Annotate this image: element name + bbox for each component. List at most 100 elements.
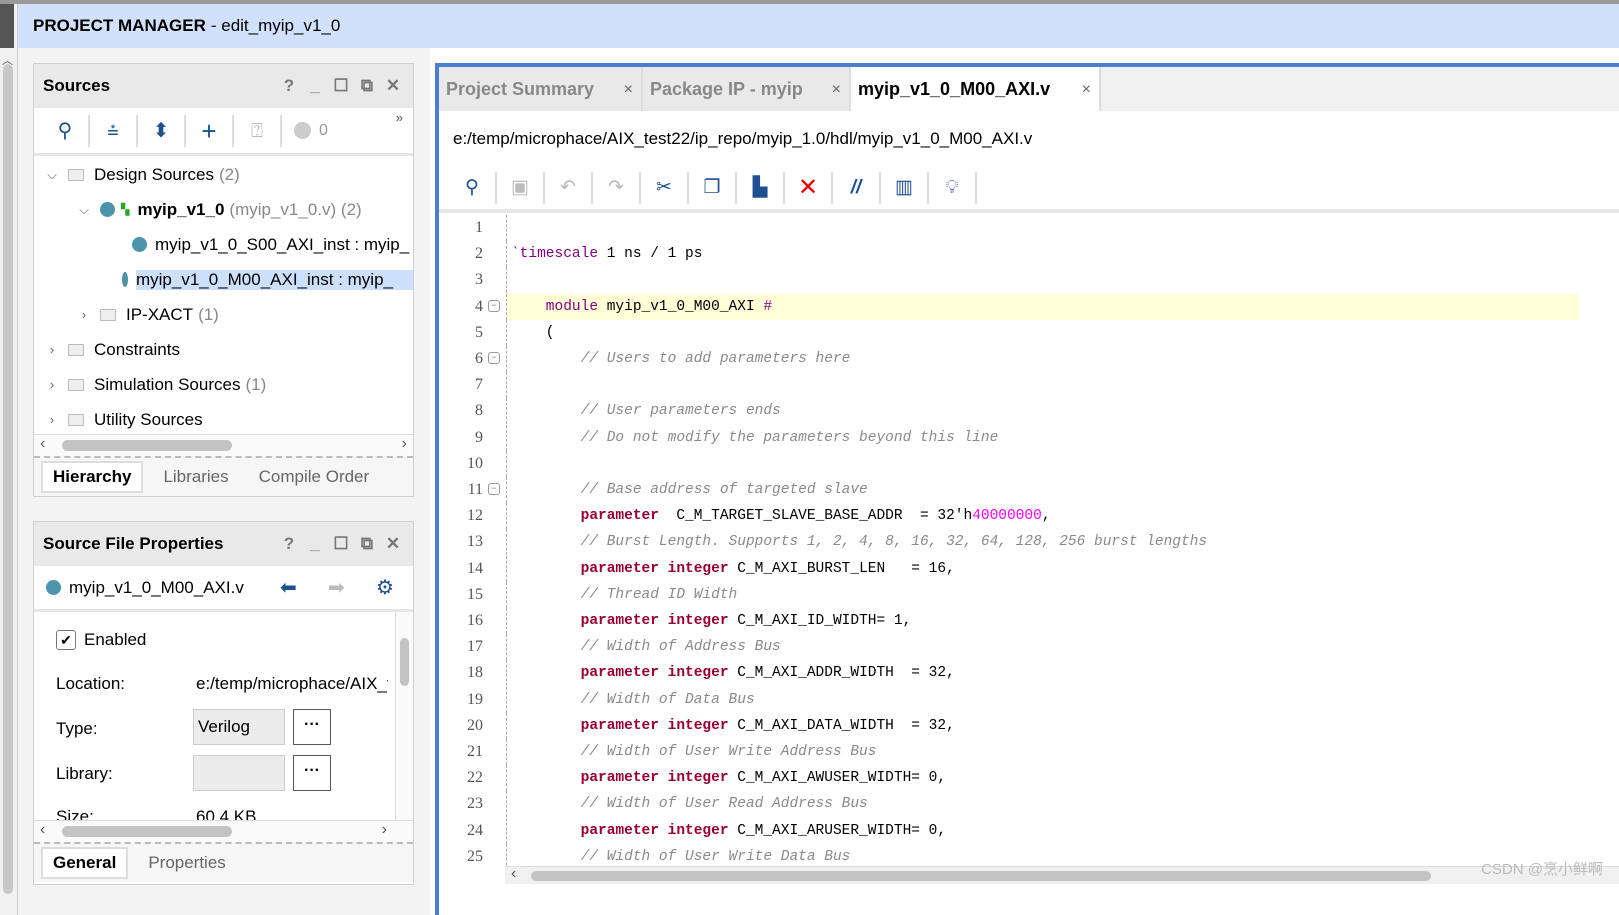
code-line[interactable]: 5 ( (439, 319, 1579, 346)
maximize-icon[interactable]: ☐ (333, 534, 349, 554)
fold-icon[interactable]: − (488, 352, 500, 364)
code-line[interactable]: 6− // Users to add parameters here (439, 346, 1579, 372)
float-icon[interactable]: ⧉ (359, 534, 375, 554)
code-line[interactable]: 23 // Width of User Read Address Bus (439, 791, 1579, 818)
tree-item[interactable]: myip_v1_0_M00_AXI_inst : myip_ (34, 262, 413, 297)
float-icon[interactable]: ⧉ (359, 76, 375, 96)
code-token: C_M_TARGET_SLAVE_BASE_ADDR = 32'h (658, 508, 973, 525)
code-line[interactable]: 4− module myip_v1_0_M00_AXI # (439, 293, 1579, 320)
tree-item[interactable]: ⌵ Design Sources (2) (34, 157, 413, 192)
code-line[interactable]: 8 // User parameters ends (439, 398, 1579, 425)
expand-all-icon[interactable]: ⬍ (138, 114, 186, 147)
tree-item[interactable]: › Simulation Sources (1) (34, 367, 413, 402)
left-scrollbar[interactable]: ︿ (0, 4, 18, 915)
paste-icon[interactable]: ▙ (737, 172, 785, 204)
tree-item[interactable]: › Constraints (34, 332, 413, 367)
tree-item[interactable]: › IP-XACT (1) (34, 297, 413, 332)
tab-compile-order[interactable]: Compile Order (249, 463, 380, 491)
code-line[interactable]: 11− // Base address of targeted slave (439, 477, 1579, 503)
code-token: parameter integer (511, 770, 729, 787)
code-line[interactable]: 1 (439, 215, 1579, 241)
code-line[interactable]: 7 (439, 372, 1579, 399)
delete-icon[interactable]: ✕ (785, 172, 833, 204)
properties-hscroll[interactable]: ‹ › (34, 820, 413, 842)
collapse-all-icon[interactable]: ⩮ (90, 114, 138, 147)
editor-hscroll[interactable]: ‹ (505, 865, 1619, 884)
minimize-icon[interactable]: _ (307, 76, 323, 96)
close-tab-icon[interactable]: × (832, 81, 841, 99)
code-line[interactable]: 14 parameter integer C_M_AXI_BURST_LEN =… (439, 555, 1579, 582)
properties-file-name: myip_v1_0_M00_AXI.v (69, 577, 244, 597)
lightbulb-icon[interactable]: 💡︎ (929, 172, 977, 204)
forward-arrow-icon[interactable]: ➡ (328, 575, 345, 600)
tree-item[interactable]: ⌵ ▚ myip_v1_0 (myip_v1_0.v) (2) (34, 192, 413, 227)
line-number: 16 (467, 612, 483, 629)
code-line[interactable]: 20 parameter integer C_M_AXI_DATA_WIDTH … (439, 712, 1579, 739)
code-line[interactable]: 17 // Width of Address Bus (439, 634, 1579, 661)
tab-package-ip[interactable]: Package IP - myip × (643, 67, 851, 111)
type-browse-button[interactable]: ··· (293, 709, 331, 745)
line-number: 17 (467, 638, 483, 656)
code-line[interactable]: 18 parameter integer C_M_AXI_ADDR_WIDTH … (439, 660, 1579, 687)
fold-icon[interactable]: − (488, 483, 500, 495)
undo-icon[interactable]: ↶ (545, 172, 593, 204)
minimize-icon[interactable]: _ (307, 534, 323, 554)
code-line[interactable]: 21 // Width of User Write Address Bus (439, 739, 1579, 765)
chevron-down-icon[interactable]: ⌵ (44, 167, 60, 183)
chevron-right-icon[interactable]: › (44, 342, 60, 357)
close-tab-icon[interactable]: × (624, 81, 633, 99)
close-icon[interactable]: ✕ (385, 76, 401, 96)
fold-icon[interactable]: − (488, 299, 500, 312)
close-tab-icon[interactable]: × (1082, 81, 1091, 99)
cut-icon[interactable]: ✂ (641, 172, 689, 204)
tree-item[interactable]: › Utility Sources (34, 402, 413, 437)
help-icon[interactable]: ? (281, 534, 297, 554)
columns-icon[interactable]: ▥ (881, 172, 929, 204)
tab-project-summary[interactable]: Project Summary × (439, 67, 643, 111)
file-status-icon (46, 580, 61, 595)
code-line[interactable]: 24 parameter integer C_M_AXI_ARUSER_WIDT… (439, 817, 1579, 844)
code-line[interactable]: 3 (439, 267, 1579, 294)
maximize-icon[interactable]: ☐ (333, 76, 349, 96)
properties-vscroll[interactable] (395, 612, 413, 820)
chevron-down-icon[interactable]: ⌵ (76, 202, 92, 218)
code-line[interactable]: 2 `timescale 1 ns / 1 ps (439, 241, 1579, 268)
search-icon[interactable]: ⚲ (449, 172, 497, 204)
tab-general[interactable]: General (41, 847, 129, 879)
save-icon[interactable]: ▣ (497, 172, 545, 204)
code-line[interactable]: 9 // Do not modify the parameters beyond… (439, 424, 1579, 451)
chevron-right-icon[interactable]: › (44, 412, 60, 427)
code-line[interactable]: 19 // Width of Data Bus (439, 686, 1579, 713)
chevron-right-icon[interactable]: › (76, 307, 92, 322)
tab-m00-axi-file[interactable]: myip_v1_0_M00_AXI.v × (851, 67, 1101, 111)
add-sources-icon[interactable]: + (186, 114, 234, 147)
enabled-checkbox[interactable]: ✔ (56, 630, 76, 650)
type-field[interactable]: Verilog (193, 709, 285, 745)
tab-libraries[interactable]: Libraries (153, 463, 238, 491)
chevron-right-icon[interactable]: › (44, 377, 60, 392)
more-icon[interactable]: » (396, 110, 403, 125)
tab-properties[interactable]: Properties (138, 849, 235, 877)
code-line[interactable]: 15 // Thread ID Width (439, 581, 1579, 608)
line-number: 5 (475, 323, 483, 341)
line-number: 4 (475, 297, 483, 315)
code-line[interactable]: 12 parameter C_M_TARGET_SLAVE_BASE_ADDR … (439, 503, 1579, 530)
back-arrow-icon[interactable]: ⬅ (280, 575, 297, 600)
help-icon[interactable]: ? (281, 76, 297, 96)
redo-icon[interactable]: ↷ (593, 172, 641, 204)
library-browse-button[interactable]: ··· (293, 755, 331, 791)
library-field[interactable] (193, 755, 285, 791)
comment-toggle-icon[interactable]: // (833, 172, 881, 204)
code-line[interactable]: 13 // Burst Length. Supports 1, 2, 4, 8,… (439, 529, 1579, 556)
code-line[interactable]: 22 parameter integer C_M_AXI_AWUSER_WIDT… (439, 765, 1579, 792)
search-icon[interactable]: ⚲ (42, 114, 90, 147)
tree-item[interactable]: myip_v1_0_S00_AXI_inst : myip_ (34, 227, 413, 262)
tab-hierarchy[interactable]: Hierarchy (41, 461, 144, 493)
settings-gear-icon[interactable]: ⚙ (376, 575, 394, 600)
sources-hscroll[interactable]: ‹ › (34, 434, 413, 456)
unknown-file-icon[interactable]: ⍰ (234, 114, 282, 147)
copy-icon[interactable]: ❐ (689, 172, 737, 204)
code-line[interactable]: 10 (439, 450, 1579, 477)
code-line[interactable]: 16 parameter integer C_M_AXI_ID_WIDTH= 1… (439, 608, 1579, 634)
close-icon[interactable]: ✕ (385, 534, 401, 554)
